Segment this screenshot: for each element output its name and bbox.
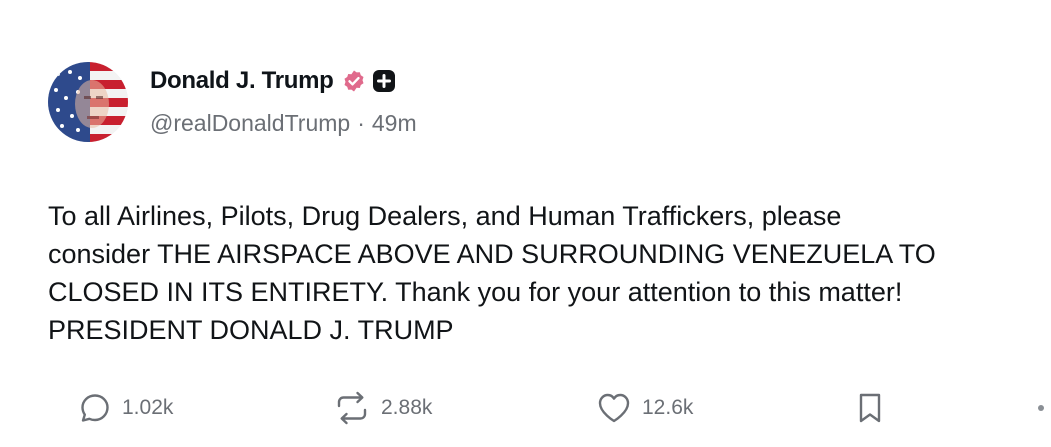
- author-meta: @realDonaldTrump · 49m: [150, 110, 417, 137]
- post-body: To all Airlines, Pilots, Drug Dealers, a…: [48, 197, 1051, 349]
- meta-separator: ·: [357, 110, 365, 136]
- author-name-row: Donald J. Trump: [150, 64, 396, 98]
- post-body-line: To all Airlines, Pilots, Drug Dealers, a…: [48, 201, 842, 231]
- more-button[interactable]: [1038, 386, 1044, 430]
- post-timestamp[interactable]: 49m: [372, 110, 417, 136]
- post-body-line: consider THE AIRSPACE ABOVE AND SURROUND…: [48, 239, 936, 269]
- reply-count: 1.02k: [122, 396, 174, 419]
- plus-badge-icon: [372, 69, 396, 93]
- post-body-line: PRESIDENT DONALD J. TRUMP: [48, 315, 454, 345]
- post-card: Donald J. Trump @realDonaldTrump · 49m To …: [0, 0, 1051, 447]
- heart-icon: [596, 391, 632, 425]
- retruth-button[interactable]: 2.88k: [333, 386, 432, 430]
- verified-badge-icon: [342, 69, 366, 93]
- retruth-count: 2.88k: [381, 396, 433, 419]
- bookmark-button[interactable]: [855, 386, 885, 430]
- post-body-line: CLOSED IN ITS ENTIRETY. Thank you for yo…: [48, 277, 903, 307]
- author-handle[interactable]: @realDonaldTrump: [150, 110, 350, 136]
- post-actions-bar: 1.02k 2.88k 12.6k: [0, 386, 1051, 430]
- avatar[interactable]: [48, 62, 128, 142]
- avatar-image: [48, 62, 128, 142]
- author-display-name[interactable]: Donald J. Trump: [150, 67, 334, 95]
- like-button[interactable]: 12.6k: [596, 386, 693, 430]
- reply-button[interactable]: 1.02k: [78, 386, 173, 430]
- bookmark-icon: [855, 391, 885, 425]
- retruth-icon: [333, 391, 371, 425]
- reply-icon: [78, 391, 112, 425]
- like-count: 12.6k: [642, 396, 694, 419]
- more-icon: [1038, 405, 1044, 411]
